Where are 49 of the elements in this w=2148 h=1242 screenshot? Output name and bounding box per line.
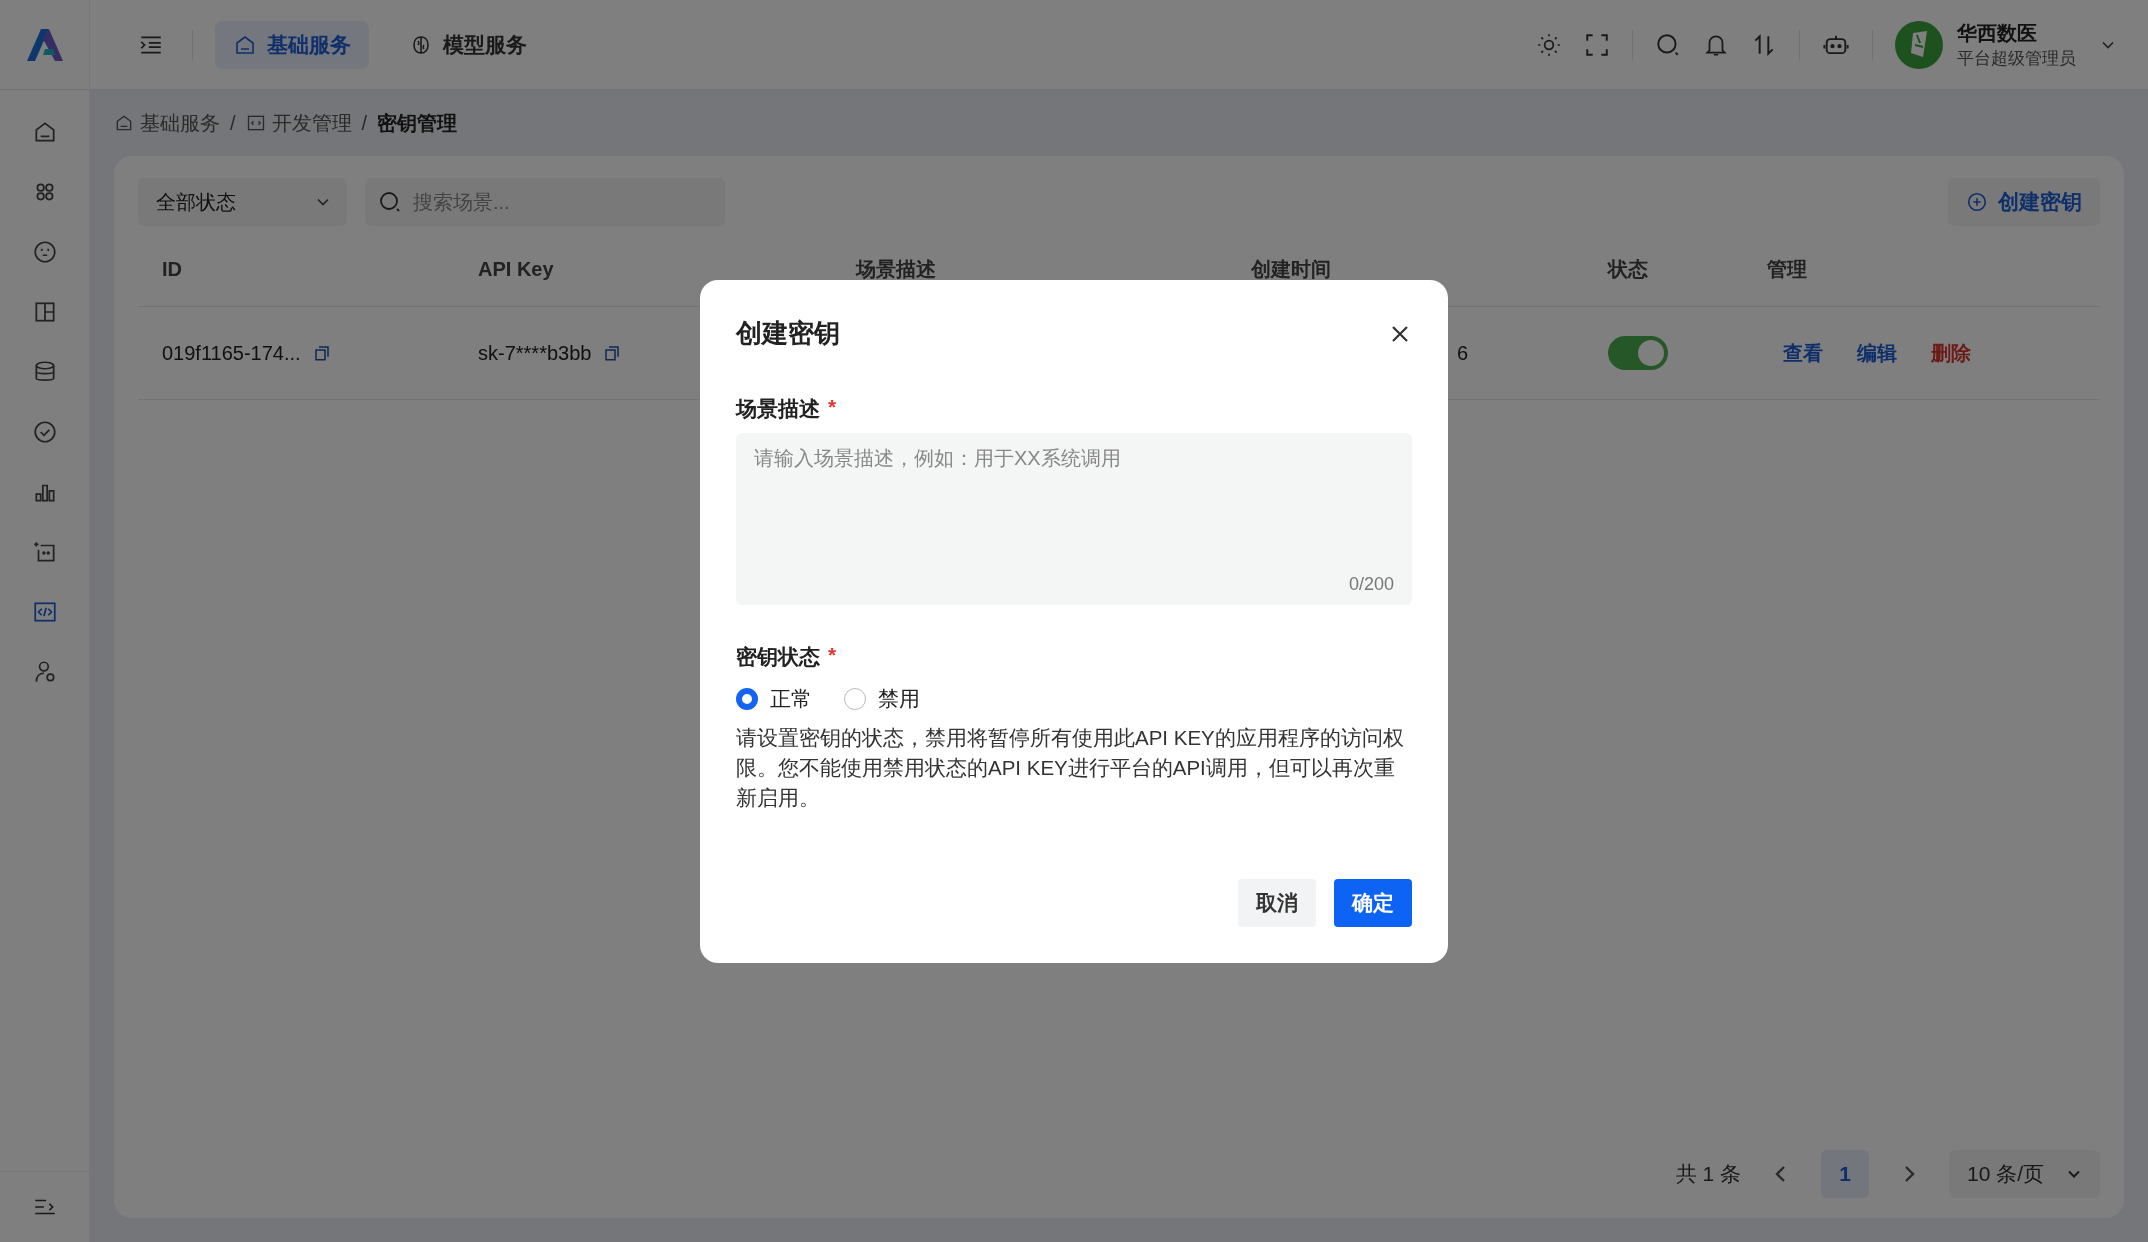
page-size-select[interactable]: 10 条/页 (1948, 1150, 2100, 1198)
radio-label[interactable]: 禁用 (878, 685, 920, 713)
nav-tab[interactable]: 基础服务 (215, 20, 369, 69)
column-header: ID (161, 257, 183, 281)
copy-icon[interactable] (312, 344, 331, 362)
column-header: API Key (477, 257, 555, 281)
breadcrumb-item[interactable]: 基础服务 (140, 109, 220, 137)
user-name: 华西数医 (1957, 20, 2038, 46)
fullscreen-icon[interactable] (1584, 31, 1610, 58)
confirm-button[interactable]: 确定 (1334, 879, 1412, 927)
breadcrumb-separator: / (230, 111, 236, 135)
user-role: 平台超级管理员 (1957, 47, 2076, 70)
page-button[interactable]: 1 (1820, 1150, 1869, 1198)
dialog-title: 创建密钥 (736, 317, 840, 350)
breadcrumb-item: 密钥管理 (377, 110, 458, 136)
sun-icon[interactable] (1536, 31, 1562, 58)
action-link[interactable]: 删除 (1931, 339, 1971, 367)
copy-icon[interactable] (603, 344, 622, 362)
avatar-icon[interactable] (1895, 20, 1943, 69)
plus-circle-icon (1966, 191, 1988, 213)
search-icon[interactable] (1655, 31, 1681, 58)
radio-button[interactable] (736, 688, 758, 710)
required-mark: * (828, 643, 837, 668)
total-count: 共 1 条 (1675, 1161, 1741, 1187)
column-header: 状态 (1606, 256, 1649, 282)
character-counter: 0/200 (1348, 574, 1394, 595)
table-cell: 6 (1457, 341, 1469, 365)
code-icon (245, 113, 266, 133)
nav-tab[interactable]: 模型服务 (391, 20, 545, 69)
required-mark: * (828, 395, 837, 420)
table-cell: 019f1165-174... (162, 341, 301, 365)
status-select[interactable]: 全部状态 (138, 178, 347, 226)
help-text: 请设置密钥的状态，禁用将暂停所有使用此API KEY的应用程序的访问权限。您不能使用禁用状态的API KEY进行平台的API调用，但可以再次重新启用。 (736, 725, 1405, 811)
column-header: 创建时间 (1249, 256, 1332, 282)
home-icon (114, 113, 134, 133)
radio-label[interactable]: 正常 (770, 685, 812, 713)
status-toggle[interactable] (1608, 336, 1668, 370)
create-key-button[interactable]: 创建密钥 (1948, 178, 2100, 226)
breadcrumb-separator: / (361, 111, 368, 135)
search-icon (378, 190, 402, 214)
action-link[interactable]: 查看 (1783, 339, 1823, 367)
cancel-button[interactable]: 取消 (1238, 879, 1316, 927)
breadcrumb-item[interactable]: 开发管理 (271, 109, 352, 137)
field-label: 场景描述 (736, 396, 820, 422)
column-header: 场景描述 (854, 256, 937, 282)
table-cell: sk-7****b3bb (478, 341, 592, 365)
column-header: 管理 (1766, 256, 1808, 282)
action-link[interactable]: 编辑 (1857, 339, 1897, 367)
field-label: 密钥状态 (736, 644, 820, 670)
